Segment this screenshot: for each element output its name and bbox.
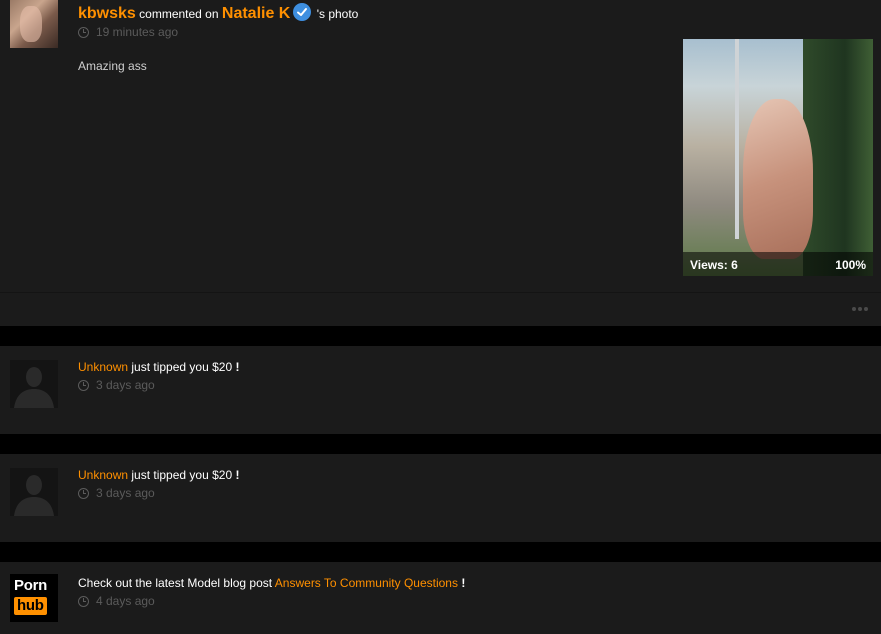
timestamp: 3 days ago	[78, 378, 239, 392]
clock-icon	[78, 595, 89, 607]
notification-feed: kbwsks commented on Natalie K 's photo 1…	[0, 0, 881, 634]
user-silhouette-icon	[10, 360, 58, 408]
action-text: just tipped you $20	[131, 468, 233, 482]
notification-line: Check out the latest Model blog post Ans…	[78, 575, 465, 591]
tip-notification-card: Unknown just tipped you $20 ! 3 days ago	[0, 454, 881, 542]
blog-notification-card: Porn hub Check out the latest Model blog…	[0, 562, 881, 634]
rating-percent: 100%	[835, 258, 866, 272]
action-text: commented on	[139, 7, 219, 21]
comment-card-footer	[0, 292, 881, 326]
notification-header: Unknown just tipped you $20 ! 3 days ago	[78, 359, 239, 392]
user-silhouette-icon	[10, 468, 58, 516]
blog-post-link[interactable]: Answers To Community Questions	[275, 576, 458, 590]
comment-notification-card: kbwsks commented on Natalie K 's photo 1…	[0, 0, 881, 292]
more-options-icon[interactable]	[852, 307, 868, 311]
timestamp-text: 3 days ago	[96, 486, 155, 500]
logo-text-secondary: hub	[14, 597, 47, 615]
prefix-text: Check out the latest Model blog post	[78, 576, 273, 590]
username-link[interactable]: Unknown	[78, 360, 128, 374]
notification-header: kbwsks commented on Natalie K 's photo 1…	[78, 3, 358, 39]
suffix-text: 's photo	[316, 7, 359, 21]
default-avatar[interactable]	[10, 360, 58, 408]
username-link[interactable]: kbwsks	[78, 5, 136, 22]
exclaim-text: !	[461, 576, 466, 590]
action-text: just tipped you $20	[131, 360, 233, 374]
notification-line: Unknown just tipped you $20 !	[78, 359, 239, 375]
comment-body: Amazing ass	[78, 59, 147, 73]
timestamp: 19 minutes ago	[78, 25, 358, 39]
notification-line: kbwsks commented on Natalie K 's photo	[78, 3, 358, 22]
timestamp: 3 days ago	[78, 486, 239, 500]
logo-text-primary: Porn	[14, 577, 47, 594]
clock-icon	[78, 487, 89, 499]
timestamp-text: 19 minutes ago	[96, 25, 179, 39]
notification-line: Unknown just tipped you $20 !	[78, 467, 239, 483]
notification-header: Check out the latest Model blog post Ans…	[78, 575, 465, 608]
thumbnail-detail	[735, 39, 739, 239]
exclaim-text: !	[235, 468, 240, 482]
photo-thumbnail[interactable]: Views: 6 100%	[683, 39, 873, 276]
site-logo[interactable]: Porn hub	[10, 574, 58, 622]
timestamp-text: 3 days ago	[96, 378, 155, 392]
thumbnail-background	[803, 39, 873, 276]
user-avatar[interactable]	[10, 0, 58, 48]
thumbnail-figure	[743, 99, 813, 259]
tip-notification-card: Unknown just tipped you $20 ! 3 days ago	[0, 346, 881, 434]
notification-header: Unknown just tipped you $20 ! 3 days ago	[78, 467, 239, 500]
target-user-link[interactable]: Natalie K	[222, 5, 290, 22]
thumbnail-stats-bar: Views: 6 100%	[683, 252, 873, 276]
verified-check-icon	[293, 3, 312, 21]
timestamp-text: 4 days ago	[96, 594, 155, 608]
default-avatar[interactable]	[10, 468, 58, 516]
clock-icon	[78, 26, 89, 38]
views-count: Views: 6	[690, 258, 738, 272]
clock-icon	[78, 379, 89, 391]
exclaim-text: !	[235, 360, 240, 374]
timestamp: 4 days ago	[78, 594, 465, 608]
username-link[interactable]: Unknown	[78, 468, 128, 482]
